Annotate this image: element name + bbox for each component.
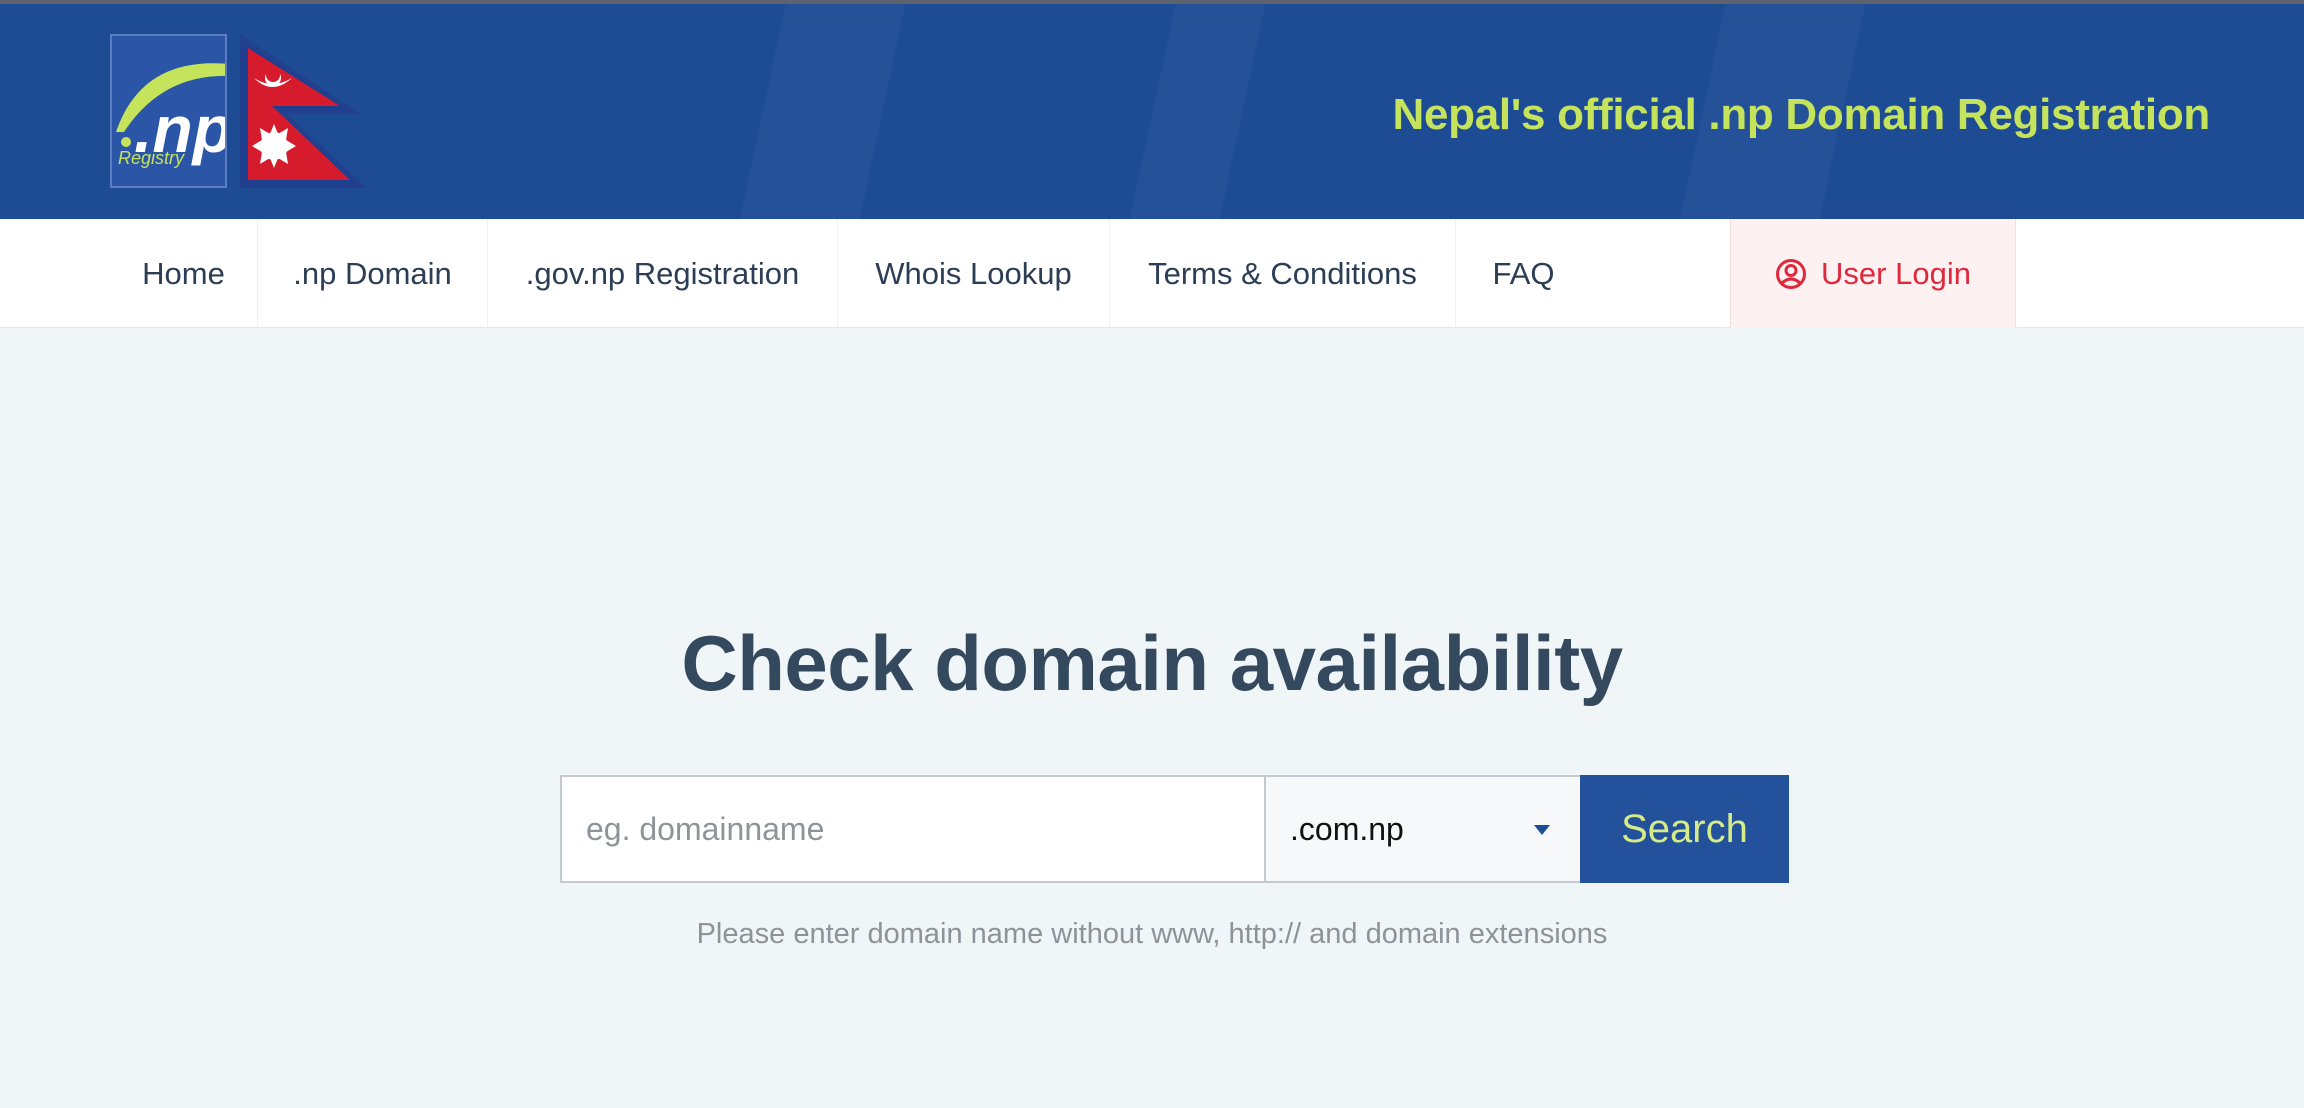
search-button[interactable]: Search [1580,775,1789,883]
nav-terms-conditions[interactable]: Terms & Conditions [1110,219,1456,328]
nav-faq[interactable]: FAQ [1456,219,1591,328]
site-header: .np Registry Nepal's official .np Domain… [0,4,2304,219]
main-navigation: Home .np Domain .gov.np Registration Who… [0,219,2304,328]
user-circle-icon [1776,258,1807,289]
header-decoration [726,4,914,219]
nepal-flag-icon [240,34,366,188]
logo-swoosh-icon: .np Registry [116,63,225,168]
site-tagline: Nepal's official .np Domain Registration [1392,90,2211,139]
nav-gov-np-registration[interactable]: .gov.np Registration [488,219,838,328]
search-hint: Please enter domain name without www, ht… [696,918,1608,950]
nav-whois-lookup[interactable]: Whois Lookup [838,219,1110,328]
header-decoration [1116,4,1274,219]
logo-subtext: Registry [118,148,185,168]
caret-down-icon [1534,825,1550,835]
nav-np-domain[interactable]: .np Domain [258,219,488,328]
nav-home[interactable]: Home [110,219,258,328]
tld-selected-value: .com.np [1290,810,1404,847]
user-login-label: User Login [1821,255,1971,291]
user-login-button[interactable]: User Login [1730,219,2016,328]
tld-select-dropdown[interactable]: .com.np [1266,775,1580,883]
page-title: Check domain availability [681,619,1623,707]
np-registry-logo[interactable]: .np Registry [110,34,227,188]
domain-search-input[interactable] [560,775,1266,883]
